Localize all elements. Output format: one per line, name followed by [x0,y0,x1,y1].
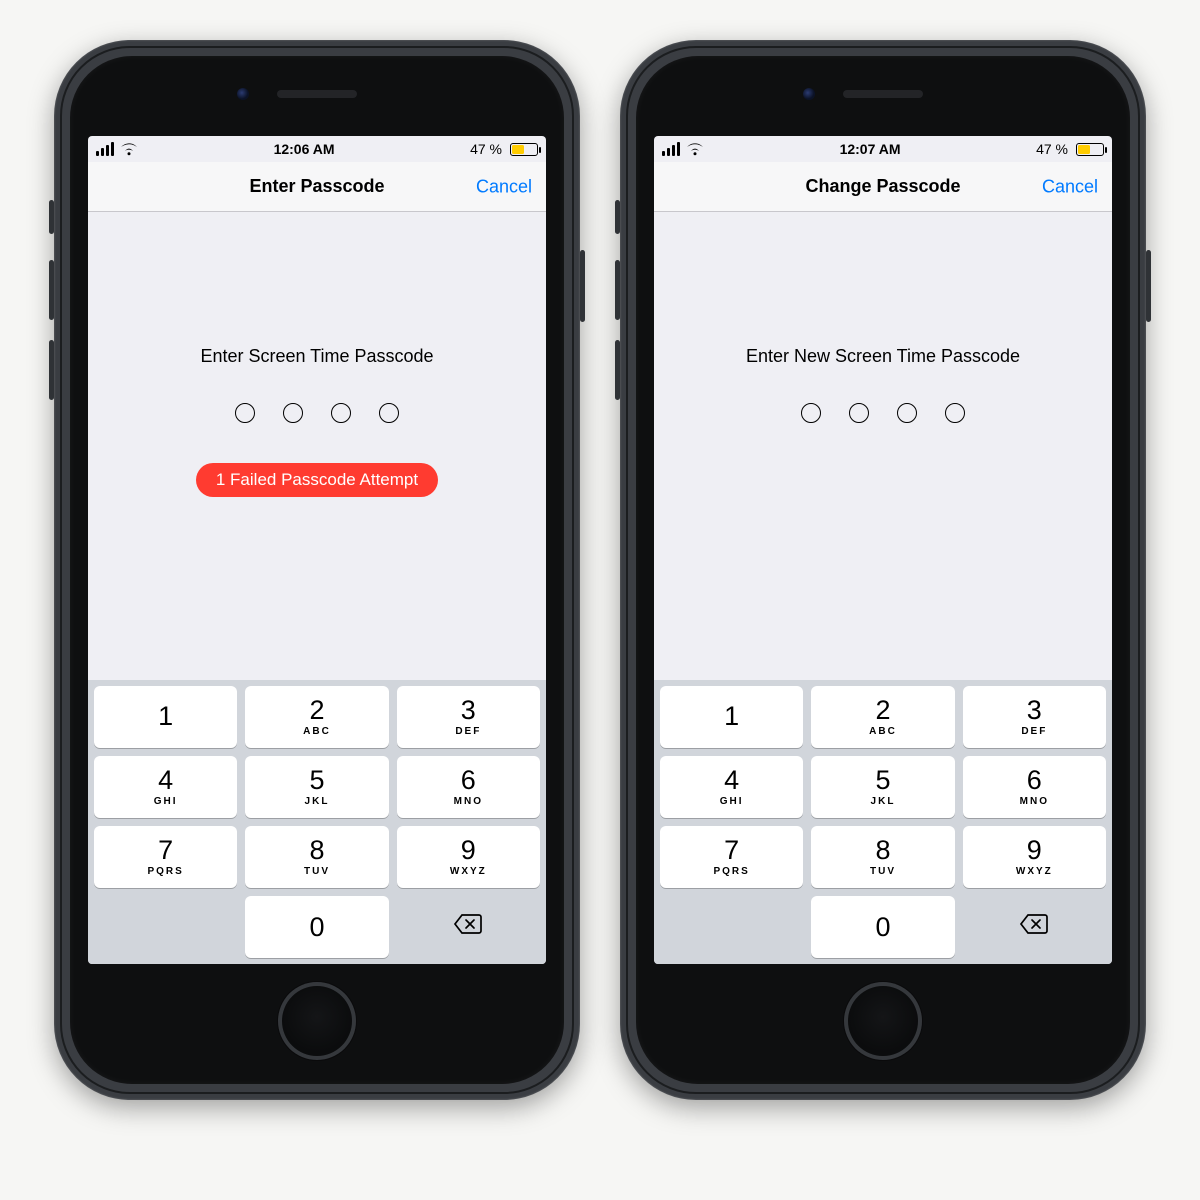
keypad-blank [94,896,237,958]
passcode-dot [283,403,303,423]
keypad-blank [660,896,803,958]
volume-up-button [49,260,54,320]
key-9[interactable]: 9WXYZ [963,826,1106,888]
content-area: Enter Screen Time Passcode 1 Failed Pass… [88,212,546,680]
cancel-button[interactable]: Cancel [1042,176,1098,197]
key-6[interactable]: 6MNO [963,756,1106,818]
battery-percent: 47 % [1036,141,1068,157]
passcode-dots [801,403,965,423]
wifi-icon [686,143,704,156]
earpiece-icon [843,90,923,98]
passcode-prompt: Enter New Screen Time Passcode [726,346,1040,367]
key-0[interactable]: 0 [245,896,388,958]
status-time: 12:07 AM [840,141,901,157]
key-2[interactable]: 2ABC [245,686,388,748]
key-4[interactable]: 4GHI [660,756,803,818]
mute-switch [615,200,620,234]
home-button[interactable] [278,982,356,1060]
nav-title: Enter Passcode [249,176,384,197]
volume-down-button [615,340,620,400]
nav-bar: Change Passcode Cancel [654,162,1112,212]
passcode-dot [945,403,965,423]
passcode-dots [235,403,399,423]
key-3[interactable]: 3DEF [963,686,1106,748]
passcode-dot [379,403,399,423]
key-1[interactable]: 1 [94,686,237,748]
key-8[interactable]: 8TUV [245,826,388,888]
mute-switch [49,200,54,234]
volume-up-button [615,260,620,320]
power-button [1146,250,1151,322]
passcode-dot [849,403,869,423]
key-9[interactable]: 9WXYZ [397,826,540,888]
front-camera-icon [237,88,249,100]
nav-bar: Enter Passcode Cancel [88,162,546,212]
power-button [580,250,585,322]
battery-percent: 47 % [470,141,502,157]
key-2[interactable]: 2ABC [811,686,954,748]
key-7[interactable]: 7PQRS [660,826,803,888]
passcode-dot [235,403,255,423]
key-delete[interactable] [397,896,540,958]
phone-frame-right: 12:07 AM 47 % Change Passcode Cancel Ent… [620,40,1146,1100]
passcode-dot [331,403,351,423]
status-bar: 12:06 AM 47 % [88,136,546,162]
backspace-icon [453,913,483,942]
passcode-prompt: Enter Screen Time Passcode [180,346,453,367]
content-area: Enter New Screen Time Passcode [654,212,1112,680]
front-camera-icon [803,88,815,100]
key-5[interactable]: 5JKL [811,756,954,818]
status-time: 12:06 AM [274,141,335,157]
screen-right: 12:07 AM 47 % Change Passcode Cancel Ent… [654,136,1112,964]
key-0[interactable]: 0 [811,896,954,958]
screen-left: 12:06 AM 47 % Enter Passcode Cancel Ente… [88,136,546,964]
home-button[interactable] [844,982,922,1060]
cellular-signal-icon [96,142,114,156]
phone-frame-left: 12:06 AM 47 % Enter Passcode Cancel Ente… [54,40,580,1100]
key-7[interactable]: 7PQRS [94,826,237,888]
passcode-dot [897,403,917,423]
volume-down-button [49,340,54,400]
battery-icon [1076,143,1104,156]
key-6[interactable]: 6MNO [397,756,540,818]
wifi-icon [120,143,138,156]
nav-title: Change Passcode [805,176,960,197]
battery-icon [510,143,538,156]
key-8[interactable]: 8TUV [811,826,954,888]
key-1[interactable]: 1 [660,686,803,748]
earpiece-icon [277,90,357,98]
cancel-button[interactable]: Cancel [476,176,532,197]
status-bar: 12:07 AM 47 % [654,136,1112,162]
key-3[interactable]: 3DEF [397,686,540,748]
number-keypad: 1 2ABC 3DEF 4GHI 5JKL 6MNO 7PQRS 8TUV 9W… [654,680,1112,964]
key-5[interactable]: 5JKL [245,756,388,818]
key-4[interactable]: 4GHI [94,756,237,818]
key-delete[interactable] [963,896,1106,958]
passcode-dot [801,403,821,423]
backspace-icon [1019,913,1049,942]
cellular-signal-icon [662,142,680,156]
failed-attempt-badge: 1 Failed Passcode Attempt [196,463,438,497]
number-keypad: 1 2ABC 3DEF 4GHI 5JKL 6MNO 7PQRS 8TUV 9W… [88,680,546,964]
